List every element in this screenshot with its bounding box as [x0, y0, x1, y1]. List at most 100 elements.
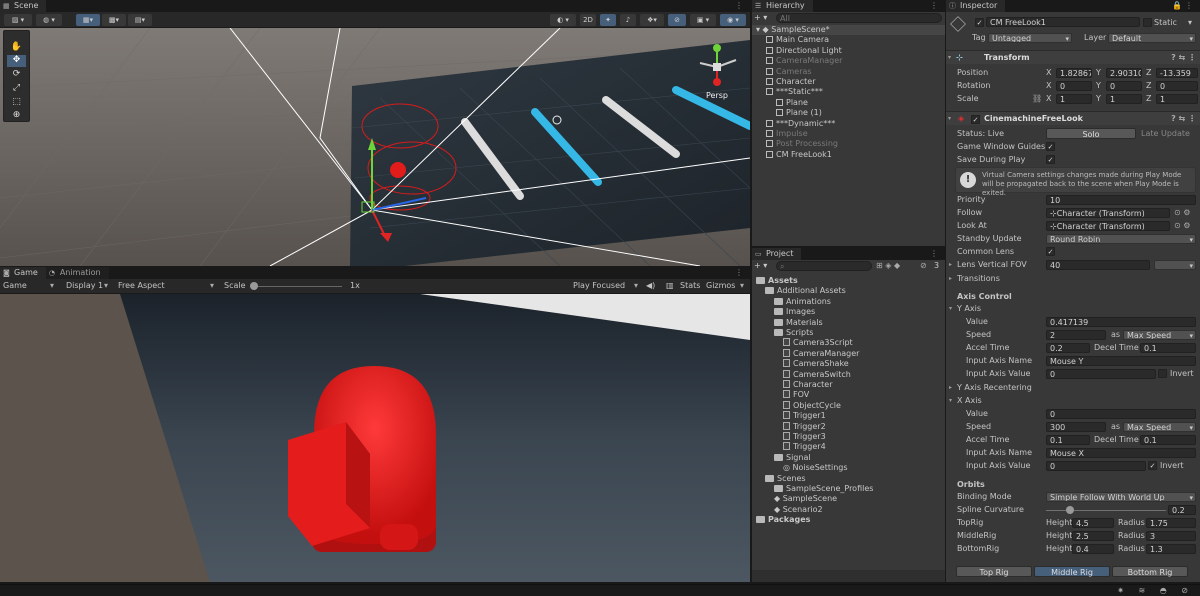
lookat-field[interactable]: ⊹Character (Transform)	[1046, 221, 1170, 231]
scale-tool-icon[interactable]: ⤢	[7, 83, 26, 94]
y-recentering-label[interactable]: Y Axis Recentering	[957, 383, 1032, 393]
rotate-tool-icon[interactable]: ⟳	[7, 69, 26, 80]
display-dropdown[interactable]: Display 1	[66, 281, 103, 291]
fov-field[interactable]: 40	[1046, 260, 1150, 270]
hierarchy-item[interactable]: ***Static***	[752, 87, 945, 97]
project-item[interactable]: Images	[752, 307, 945, 317]
project-item[interactable]: Animations	[752, 297, 945, 307]
project-item[interactable]: SampleScene_Profiles	[752, 484, 945, 494]
play-mode-dropdown[interactable]: Play Focused	[573, 281, 625, 291]
follow-field[interactable]: ⊹Character (Transform)	[1046, 208, 1170, 218]
middle-height-field[interactable]: 2.5	[1072, 531, 1114, 541]
status-bar-icons[interactable]: ✷ ≋ ◓ ⊘	[1117, 586, 1194, 595]
mode-2d-toggle[interactable]: 2D	[580, 14, 596, 26]
tab-animation[interactable]: ◔ Animation	[45, 267, 109, 279]
project-item[interactable]: Trigger1	[752, 411, 945, 421]
standby-dropdown[interactable]: Round Robin	[1046, 234, 1196, 244]
project-add-button[interactable]: + ▾	[754, 261, 774, 270]
hidden-packages-icon[interactable]: ⊘	[920, 261, 927, 271]
hierarchy-item[interactable]: Post Processing	[752, 139, 945, 149]
lighting-icon[interactable]: ✦	[600, 14, 616, 26]
scale-x-field[interactable]: 1	[1056, 94, 1092, 104]
hierarchy-item[interactable]: Main Camera	[752, 35, 945, 45]
hierarchy-search-input[interactable]: All	[776, 13, 942, 23]
hierarchy-item[interactable]: Cameras	[752, 67, 945, 77]
scale-slider-handle[interactable]	[250, 282, 258, 290]
transitions-foldout-icon[interactable]: ▸	[949, 274, 952, 284]
scene-tab-menu-icon[interactable]: ⋮	[735, 1, 746, 10]
freelook-header[interactable]: ▾ ◈ ✓ CinemachineFreeLook ? ⇆ ⋮	[946, 111, 1200, 125]
common-lens-checkbox[interactable]: ✓	[1046, 247, 1055, 256]
project-item[interactable]: CameraShake	[752, 359, 945, 369]
static-chevron-icon[interactable]: ▾	[1188, 18, 1192, 28]
project-item[interactable]: ◎ NoiseSettings	[752, 463, 945, 473]
shortcuts-icon[interactable]: ▥	[666, 281, 674, 291]
hierarchy-add-button[interactable]: + ▾	[754, 13, 774, 23]
rotation-y-field[interactable]: 0	[1106, 81, 1142, 91]
audio-icon[interactable]: ♪	[620, 14, 636, 26]
x-invert-checkbox[interactable]: ✓	[1148, 461, 1157, 470]
binding-mode-dropdown[interactable]: Simple Follow With World Up	[1046, 492, 1196, 502]
fov-preset-dropdown[interactable]	[1154, 260, 1196, 270]
x-speed-field[interactable]: 300	[1046, 422, 1106, 432]
project-item[interactable]: CameraManager	[752, 348, 945, 359]
tab-inspector[interactable]: ⓘ Inspector	[946, 0, 1006, 12]
constrain-proportions-icon[interactable]: ⛓	[1032, 94, 1042, 104]
static-checkbox[interactable]	[1143, 18, 1152, 27]
x-speed-mode-dropdown[interactable]: Max Speed	[1123, 422, 1196, 432]
mute-audio-icon[interactable]: ◀)	[646, 281, 655, 291]
project-item[interactable]: Scripts	[752, 328, 945, 338]
project-tab-menu-icon[interactable]: ⋮	[930, 249, 941, 258]
project-filter-icons[interactable]: ⊞ ◈ ◆	[876, 261, 900, 271]
transform-menu-icons[interactable]: ? ⇆ ⋮	[1171, 51, 1196, 65]
tab-scene[interactable]: ▦ Scene	[0, 0, 47, 12]
y-accel-field[interactable]: 0.2	[1046, 343, 1090, 353]
camera-settings-dropdown[interactable]: ▣ ▾	[690, 14, 716, 26]
freelook-enabled-checkbox[interactable]: ✓	[971, 115, 980, 124]
effects-dropdown[interactable]: ❖▾	[640, 14, 664, 26]
middle-radius-field[interactable]: 3	[1146, 531, 1196, 541]
bottom-rig-tab[interactable]: Bottom Rig	[1112, 566, 1188, 577]
project-item[interactable]: Signal	[752, 453, 945, 463]
guides-checkbox[interactable]: ✓	[1046, 142, 1055, 151]
scale-slider-track[interactable]	[250, 286, 342, 287]
project-item[interactable]: Assets	[752, 276, 945, 286]
project-item[interactable]: Materials	[752, 318, 945, 328]
x-input-name-field[interactable]: Mouse X	[1046, 448, 1196, 458]
y-speed-mode-dropdown[interactable]: Max Speed	[1123, 330, 1196, 340]
project-item[interactable]: Camera3Script	[752, 338, 945, 348]
gizmos-dropdown[interactable]: ◉ ▾	[720, 14, 746, 26]
project-item[interactable]: ObjectCycle	[752, 400, 945, 411]
project-item[interactable]: Trigger3	[752, 432, 945, 442]
transform-tool-icon[interactable]: ⊕	[7, 110, 26, 121]
gizmos-button[interactable]: Gizmos	[706, 281, 735, 291]
y-recenter-foldout-icon[interactable]: ▸	[949, 383, 952, 393]
position-z-field[interactable]: -13.359	[1156, 68, 1198, 78]
y-input-name-field[interactable]: Mouse Y	[1046, 356, 1196, 366]
hierarchy-item[interactable]: Character	[752, 77, 945, 87]
active-checkbox[interactable]: ✓	[975, 18, 984, 27]
spline-slider-track[interactable]	[1046, 510, 1166, 511]
game-view-dropdown[interactable]: Game	[3, 281, 27, 291]
increment-snap[interactable]: ▤▾	[128, 14, 152, 26]
middle-rig-tab[interactable]: Middle Rig	[1034, 566, 1110, 577]
position-y-field[interactable]: 2.90310	[1106, 68, 1142, 78]
lookat-picker-icons[interactable]: ⊙ ⚙	[1174, 221, 1190, 231]
x-decel-field[interactable]: 0.1	[1140, 435, 1196, 445]
hierarchy-item[interactable]: ▾ ◆ SampleScene*	[752, 25, 945, 36]
project-search-input[interactable]: ⌕	[776, 261, 872, 271]
x-axis-foldout-icon[interactable]: ▾	[949, 396, 952, 406]
game-tab-menu-icon[interactable]: ⋮	[735, 268, 746, 277]
solo-button[interactable]: Solo	[1046, 128, 1136, 139]
inspector-tab-menu-icon[interactable]: 🔒⋮	[1172, 1, 1196, 10]
project-item[interactable]: Packages	[752, 515, 945, 525]
hierarchy-item[interactable]: Plane (1)	[752, 108, 945, 118]
project-item[interactable]: Character	[752, 380, 945, 390]
rotation-x-field[interactable]: 0	[1056, 81, 1092, 91]
hierarchy-item[interactable]: ***Dynamic***	[752, 119, 945, 129]
game-viewport[interactable]	[0, 294, 750, 582]
hierarchy-item[interactable]: Impulse	[752, 129, 945, 139]
spline-slider-handle[interactable]	[1066, 506, 1074, 514]
grid-toggle[interactable]: ▦▾	[76, 14, 100, 26]
transitions-label[interactable]: Transitions	[957, 274, 1000, 284]
